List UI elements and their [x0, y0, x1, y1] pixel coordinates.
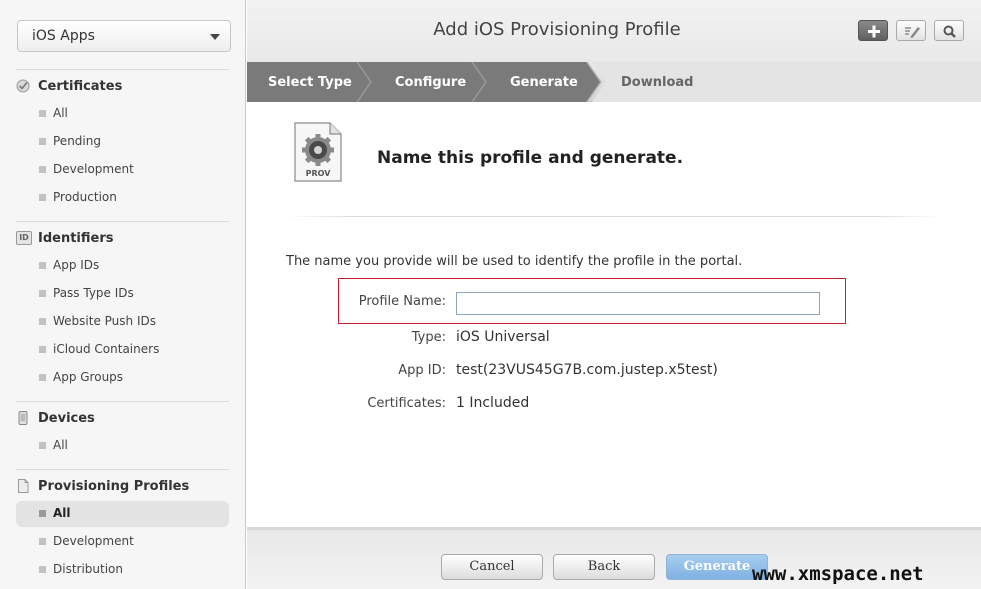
sidebar-item-certificates-all[interactable]: All [16, 101, 229, 127]
page-title: Add iOS Provisioning Profile [433, 19, 681, 40]
bullet-icon [39, 194, 46, 201]
step-select-type: Select Type [268, 75, 352, 90]
sidebar-section-title: Devices [38, 411, 95, 426]
device-icon [18, 411, 28, 425]
profile-name-label: Profile Name: [358, 294, 446, 309]
sidebar-item-app-groups[interactable]: App Groups [16, 365, 229, 391]
sidebar-section-devices[interactable]: Devices [16, 409, 230, 429]
sidebar-item-label: Pending [53, 134, 101, 148]
sidebar-item-devices-all[interactable]: All [16, 433, 229, 459]
step-progress-bar: Select Type Configure Generate Download [247, 62, 981, 102]
sidebar-item-label: App Groups [53, 370, 124, 384]
sidebar-divider [16, 69, 229, 70]
sidebar-item-profiles-distribution[interactable]: Distribution [16, 557, 229, 583]
back-button[interactable]: Back [553, 554, 655, 580]
type-label: Type: [411, 330, 446, 345]
bullet-icon [39, 510, 46, 517]
bullet-icon [39, 346, 46, 353]
sidebar-item-pass-type-ids[interactable]: Pass Type IDs [16, 281, 229, 307]
add-button[interactable] [858, 20, 888, 41]
search-icon [943, 25, 956, 38]
provisioning-file-label: PROV [305, 169, 331, 178]
app-type-select[interactable]: iOS Apps [17, 20, 231, 52]
sidebar-item-label: Production [53, 190, 117, 204]
certificate-icon [16, 79, 30, 93]
id-icon: ID [16, 231, 32, 245]
sidebar-item-website-push-ids[interactable]: Website Push IDs [16, 309, 229, 335]
sidebar: iOS Apps Certificates All Pending Develo… [0, 0, 246, 589]
edit-icon [905, 27, 920, 38]
description-text: The name you provide will be used to ide… [286, 254, 743, 269]
plus-icon [868, 25, 880, 38]
sidebar-item-label: All [53, 106, 68, 120]
profile-name-input[interactable] [456, 292, 820, 315]
sidebar-item-label: Development [53, 162, 134, 176]
step-generate: Generate [510, 75, 578, 90]
chevron-down-icon [210, 34, 220, 40]
step-chevrons [247, 62, 981, 102]
sidebar-section-provisioning-profiles[interactable]: Provisioning Profiles [16, 477, 230, 497]
sidebar-section-identifiers[interactable]: ID Identifiers [16, 229, 230, 249]
sidebar-divider [16, 221, 229, 222]
document-icon [18, 479, 29, 493]
sidebar-divider [16, 401, 229, 402]
sidebar-item-app-ids[interactable]: App IDs [16, 253, 229, 279]
content-divider [286, 216, 942, 217]
provisioning-file-icon: PROV [294, 122, 342, 182]
step-download: Download [621, 75, 694, 90]
certificates-value: 1 Included [456, 395, 530, 411]
sidebar-section-title: Provisioning Profiles [38, 479, 190, 494]
sidebar-divider [16, 469, 229, 470]
sidebar-item-label: All [53, 506, 71, 520]
app-type-select-label: iOS Apps [32, 28, 95, 44]
step-configure: Configure [395, 75, 467, 90]
bullet-icon [39, 166, 46, 173]
page-header: Add iOS Provisioning Profile [247, 0, 981, 62]
bullet-icon [39, 538, 46, 545]
certificates-label: Certificates: [367, 396, 446, 411]
sidebar-item-label: All [53, 438, 68, 452]
sidebar-item-label: Pass Type IDs [53, 286, 134, 300]
cancel-button[interactable]: Cancel [441, 554, 543, 580]
sidebar-item-certificates-development[interactable]: Development [16, 157, 229, 183]
section-headline: Name this profile and generate. [377, 148, 684, 168]
bullet-icon [39, 374, 46, 381]
bullet-icon [39, 442, 46, 449]
bullet-icon [39, 290, 46, 297]
bullet-icon [39, 110, 46, 117]
sidebar-section-title: Identifiers [38, 231, 114, 246]
sidebar-section-certificates[interactable]: Certificates [16, 77, 230, 97]
sidebar-item-certificates-production[interactable]: Production [16, 185, 229, 211]
bullet-icon [39, 138, 46, 145]
type-value: iOS Universal [456, 329, 550, 345]
sidebar-section-title: Certificates [38, 79, 123, 94]
app-id-value: test(23VUS45G7B.com.justep.x5test) [456, 362, 718, 378]
app-id-label: App ID: [398, 363, 446, 378]
watermark-text: www.xmspace.net [752, 563, 924, 585]
sidebar-item-label: Development [53, 534, 134, 548]
edit-button[interactable] [896, 20, 926, 41]
bullet-icon [39, 566, 46, 573]
search-button[interactable] [934, 20, 964, 41]
sidebar-item-label: App IDs [53, 258, 100, 272]
sidebar-item-label: Distribution [53, 562, 124, 576]
sidebar-item-profiles-all[interactable]: All [16, 501, 229, 527]
sidebar-item-label: iCloud Containers [53, 342, 160, 356]
sidebar-item-certificates-pending[interactable]: Pending [16, 129, 229, 155]
sidebar-item-label: Website Push IDs [53, 314, 156, 328]
sidebar-item-profiles-development[interactable]: Development [16, 529, 229, 555]
bullet-icon [39, 262, 46, 269]
sidebar-item-icloud-containers[interactable]: iCloud Containers [16, 337, 229, 363]
bullet-icon [39, 318, 46, 325]
